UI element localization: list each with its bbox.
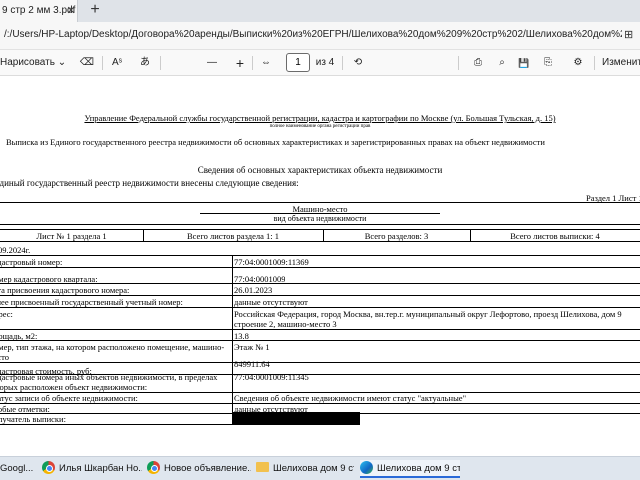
translate-icon[interactable]: あ [136, 54, 154, 72]
row-label: Ранее присвоенный государственный учетны… [0, 297, 183, 307]
close-icon[interactable]: ✕ [64, 0, 77, 22]
folder-icon [256, 462, 269, 473]
cadastral-number: 77:04:0001009:11369 [234, 257, 309, 267]
table-border [0, 202, 640, 203]
row-label: Статус записи об объекте недвижимости: [0, 393, 138, 403]
table-border [0, 403, 640, 404]
table-border [0, 255, 640, 256]
table-border [0, 307, 640, 308]
row-label-line2: которых расположен объект недвижимости: [0, 382, 148, 392]
row-label: Дата присвоения кадастрового номера: [0, 285, 130, 295]
table-border [0, 295, 640, 296]
sheet-number: Лист № 1 раздела 1 [36, 231, 107, 241]
taskbar-item-label: Шелихова дом 9 ст... [273, 463, 354, 474]
redaction-block [232, 412, 360, 425]
assignment-date: 26.01.2023 [234, 285, 273, 295]
taskbar-item-label: Шелихова дом 9 ст... [377, 463, 460, 474]
taskbar-item-label: Новое объявление... [164, 463, 251, 474]
table-border [0, 283, 640, 284]
taskbar-item-label: Илья Шкарбан Но... [59, 463, 142, 474]
toolbar-divider [160, 56, 161, 70]
pdf-page: Управление Федеральной службы государств… [0, 76, 640, 456]
row-label: Кадастровые номера иных объектов недвижи… [0, 372, 218, 382]
page-number-input[interactable]: 1 [286, 53, 310, 72]
taskbar-item-label: Googl... [0, 463, 34, 474]
parent-object-number: 77:04:0001009:11345 [234, 372, 309, 382]
chrome-icon [147, 460, 160, 474]
url-field[interactable]: /:/Users/HP-Laptop/Desktop/Договора%20ар… [4, 29, 622, 40]
taskbar-item[interactable]: Илья Шкарбан Но... [42, 460, 142, 478]
extract-sheets: Всего листов выписки: 4 [510, 231, 600, 241]
table-border [0, 424, 232, 425]
table-border [232, 255, 233, 424]
change-button[interactable]: Изменить [602, 54, 640, 72]
save-icon[interactable]: 💾 [516, 54, 532, 72]
taskbar-item[interactable]: Шелихова дом 9 ст... [256, 460, 354, 478]
section-title: Сведения об основных характеристиках объ… [197, 165, 443, 175]
zoom-in-button[interactable]: + [232, 54, 248, 72]
object-type-caption: вид объекта недвижимости [273, 214, 367, 223]
page-total: из 4 [315, 57, 335, 68]
table-border [0, 241, 640, 242]
pdf-tab[interactable]: 9 стр 2 мм 3.pdf ✕ [0, 0, 78, 22]
taskbar-item[interactable]: Googl... [0, 460, 40, 478]
intro-text: Единый государственный реестр недвижимос… [0, 178, 299, 188]
row-label: Номер, тип этажа, на котором расположено… [0, 342, 225, 352]
pdf-toolbar: Нарисовать ⌄ ⌫ Aˢ あ — + ⇔ 1 из 4 ⟲ ⎙ ⌕ 💾… [0, 50, 640, 76]
chrome-icon [42, 460, 55, 474]
new-tab-button[interactable]: + [86, 0, 104, 22]
read-aloud-icon[interactable]: Aˢ [108, 54, 126, 72]
previous-number: данные отсутствуют [234, 297, 308, 307]
taskbar-item[interactable]: Шелихова дом 9 ст... [360, 460, 460, 478]
authority-caption: полное наименование органа регистрации п… [269, 124, 371, 129]
edge-icon [360, 460, 373, 474]
print-icon[interactable]: ⎙ [470, 54, 486, 72]
zoom-out-button[interactable]: — [204, 54, 220, 72]
tab-strip: 9 стр 2 мм 3.pdf ✕ + [0, 0, 640, 22]
floor-value: Этаж № 1 [234, 342, 270, 352]
toolbar-divider [342, 56, 343, 70]
table-border [0, 340, 640, 341]
chevron-down-icon[interactable]: ⌄ [56, 54, 68, 72]
toolbar-divider [252, 56, 253, 70]
address-bar: /:/Users/HP-Laptop/Desktop/Договора%20ар… [0, 22, 640, 50]
authority-name: Управление Федеральной службы государств… [84, 113, 556, 123]
table-border [0, 267, 640, 268]
search-icon[interactable]: ⌕ [494, 54, 510, 72]
extract-title: Выписка из Единого государственного реес… [6, 137, 545, 147]
cadastral-value: 849911.64 [234, 359, 270, 369]
sheets-in-section: Всего листов раздела 1: 1 [187, 231, 279, 241]
draw-button[interactable]: Нарисовать [0, 54, 55, 72]
row-label: Получатель выписки: [0, 414, 66, 424]
taskbar: Googl... Илья Шкарбан Но... Новое объявл… [0, 456, 640, 480]
sections-total: Всего разделов: 3 [364, 231, 429, 241]
settings-icon[interactable]: ⚙ [570, 54, 586, 72]
toolbar-divider [458, 56, 459, 70]
extract-date: 09.2024г. [0, 245, 31, 255]
address-value-line2: строение 2, машино-место 3 [234, 319, 337, 329]
row-label: Кадастровый номер: [0, 257, 63, 267]
rotate-icon[interactable]: ⟲ [350, 54, 366, 72]
table-border [0, 229, 640, 230]
toolbar-divider [594, 56, 595, 70]
fit-page-icon[interactable]: ⇔ [258, 54, 274, 72]
table-border [0, 224, 640, 225]
taskbar-item[interactable]: Новое объявление... [147, 460, 251, 478]
table-border [0, 362, 640, 363]
row-label: Адрес: [0, 309, 13, 319]
save-as-icon[interactable]: ⎘ [540, 54, 556, 72]
eraser-icon[interactable]: ⌫ [78, 54, 96, 72]
toolbar-divider [102, 56, 103, 70]
row-label-line2: место [0, 352, 9, 362]
tab-actions-icon[interactable]: ⊞ [624, 28, 638, 42]
address-value: Российская Федерация, город Москва, вн.т… [234, 309, 622, 319]
record-status: Сведения об объекте недвижимости имеют с… [234, 393, 467, 403]
table-border [0, 329, 640, 330]
